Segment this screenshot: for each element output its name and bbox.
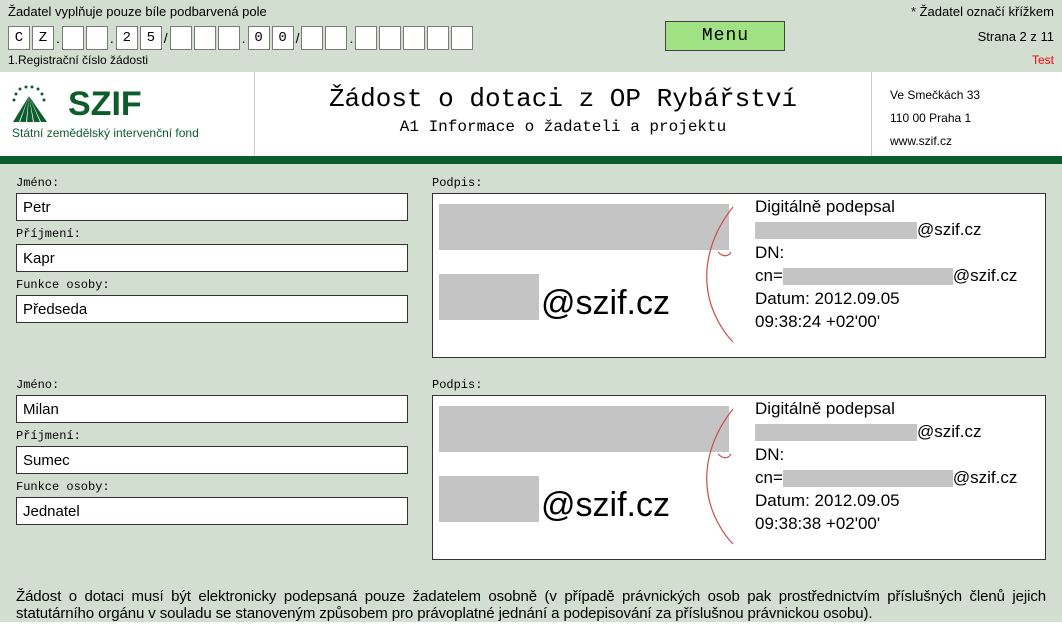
label-signature: Podpis: <box>432 378 1046 392</box>
logo-subtitle: Státní zemědělský intervenční fond <box>12 126 246 140</box>
menu-button[interactable]: Menu <box>665 21 785 51</box>
reg-cell[interactable]: 2 <box>116 26 138 50</box>
signature-flourish-icon <box>673 202 753 352</box>
person-block-2: Jméno: Příjmení: Funkce osoby: Podpis: <box>16 378 1046 560</box>
footer-text: Žádost o dotaci musí být elektronicky po… <box>0 588 1062 622</box>
header-band: SZIF Státní zemědělský intervenční fond … <box>0 71 1062 164</box>
redacted-text <box>783 268 953 285</box>
reg-cell[interactable] <box>301 26 323 50</box>
reg-cell[interactable] <box>194 26 216 50</box>
reg-cell[interactable]: 5 <box>140 26 162 50</box>
label-signature: Podpis: <box>432 176 1046 190</box>
logo-text: SZIF <box>68 85 142 124</box>
label-last-name: Příjmení: <box>16 227 408 241</box>
address-website: www.szif.cz <box>890 130 1054 153</box>
slash: / <box>164 30 168 46</box>
signature-big-text: @szif.cz <box>541 486 670 525</box>
reg-cell[interactable] <box>427 26 449 50</box>
dot: . <box>349 30 353 46</box>
reg-cell[interactable] <box>325 26 347 50</box>
signed-by-label: Digitálně podepsal <box>755 196 1041 219</box>
reg-cell[interactable] <box>218 26 240 50</box>
dn-suffix: @szif.cz <box>953 468 1017 487</box>
redacted-text <box>755 424 917 441</box>
redacted-text <box>755 222 917 239</box>
signature-details: Digitálně podepsal @szif.cz DN: cn= @szif… <box>755 396 1045 559</box>
reg-cell[interactable]: Z <box>32 26 54 50</box>
last-name-field[interactable] <box>16 244 408 272</box>
page-subtitle: A1 Informace o žadateli a projektu <box>255 118 871 136</box>
cn-prefix: cn= <box>755 266 783 285</box>
szif-logo-icon <box>12 84 60 124</box>
dn-suffix: @szif.cz <box>953 266 1017 285</box>
dot: . <box>56 30 60 46</box>
fill-instruction: Žadatel vyplňuje pouze bíle podbarvená p… <box>8 4 267 19</box>
reg-cell[interactable]: 0 <box>272 26 294 50</box>
time-value: 09:38:38 +02'00' <box>755 513 1041 536</box>
datum-label: Datum: <box>755 491 810 510</box>
form-body: Jméno: Příjmení: Funkce osoby: Podpis: <box>0 164 1062 588</box>
email-suffix: @szif.cz <box>917 422 981 441</box>
address-line: 110 00 Praha 1 <box>890 107 1054 130</box>
form-page: Žadatel vyplňuje pouze bíle podbarvená p… <box>0 0 1062 622</box>
reg-cell[interactable] <box>403 26 425 50</box>
address-cell: Ve Smečkách 33 110 00 Praha 1 www.szif.c… <box>872 72 1062 156</box>
reg-cell[interactable] <box>379 26 401 50</box>
registration-number-cells: C Z . . 2 5 / . 0 0 / <box>8 26 473 50</box>
mark-instruction: * Žadatel označí křížkem <box>911 4 1054 19</box>
label-role: Funkce osoby: <box>16 278 408 292</box>
reg-cell[interactable]: C <box>8 26 30 50</box>
dot: . <box>242 30 246 46</box>
person-block-1: Jméno: Příjmení: Funkce osoby: Podpis: <box>16 176 1046 358</box>
label-role: Funkce osoby: <box>16 480 408 494</box>
datum-value: 2012.09.05 <box>815 491 900 510</box>
signature-flourish-icon <box>673 404 753 554</box>
test-label: Test <box>1032 53 1054 67</box>
datum-label: Datum: <box>755 289 810 308</box>
email-suffix: @szif.cz <box>917 220 981 239</box>
redacted-text <box>783 470 953 487</box>
label-first-name: Jméno: <box>16 176 408 190</box>
reg-cell[interactable] <box>86 26 108 50</box>
role-field[interactable] <box>16 295 408 323</box>
page-indicator: Strana 2 z 11 <box>978 29 1054 44</box>
role-field[interactable] <box>16 497 408 525</box>
label-first-name: Jméno: <box>16 378 408 392</box>
reg-cell[interactable] <box>62 26 84 50</box>
slash: / <box>296 30 300 46</box>
reg-cell[interactable] <box>355 26 377 50</box>
cn-prefix: cn= <box>755 468 783 487</box>
last-name-field[interactable] <box>16 446 408 474</box>
dn-label: DN: <box>755 242 1041 265</box>
page-title: Žádost o dotaci z OP Rybářství <box>255 84 871 114</box>
signature-box[interactable]: @szif.cz Digitálně podepsal @szif.cz DN:… <box>432 395 1046 560</box>
datum-value: 2012.09.05 <box>815 289 900 308</box>
dot: . <box>110 30 114 46</box>
signed-by-label: Digitálně podepsal <box>755 398 1041 421</box>
time-value: 09:38:24 +02'00' <box>755 311 1041 334</box>
registration-number-caption: 1.Registrační číslo žádosti <box>8 53 148 67</box>
first-name-field[interactable] <box>16 193 408 221</box>
reg-cell[interactable]: 0 <box>248 26 270 50</box>
signature-box[interactable]: @szif.cz Digitálně podepsal @szif.cz DN:… <box>432 193 1046 358</box>
logo-cell: SZIF Státní zemědělský intervenční fond <box>0 72 254 156</box>
address-line: Ve Smečkách 33 <box>890 84 1054 107</box>
title-cell: Žádost o dotaci z OP Rybářství A1 Inform… <box>254 72 872 156</box>
dn-label: DN: <box>755 444 1041 467</box>
reg-cell[interactable] <box>170 26 192 50</box>
signature-details: Digitálně podepsal @szif.cz DN: cn= @szif… <box>755 194 1045 357</box>
signature-big-text: @szif.cz <box>541 284 670 323</box>
reg-cell[interactable] <box>451 26 473 50</box>
top-bar: Žadatel vyplňuje pouze bíle podbarvená p… <box>0 0 1062 71</box>
label-last-name: Příjmení: <box>16 429 408 443</box>
first-name-field[interactable] <box>16 395 408 423</box>
